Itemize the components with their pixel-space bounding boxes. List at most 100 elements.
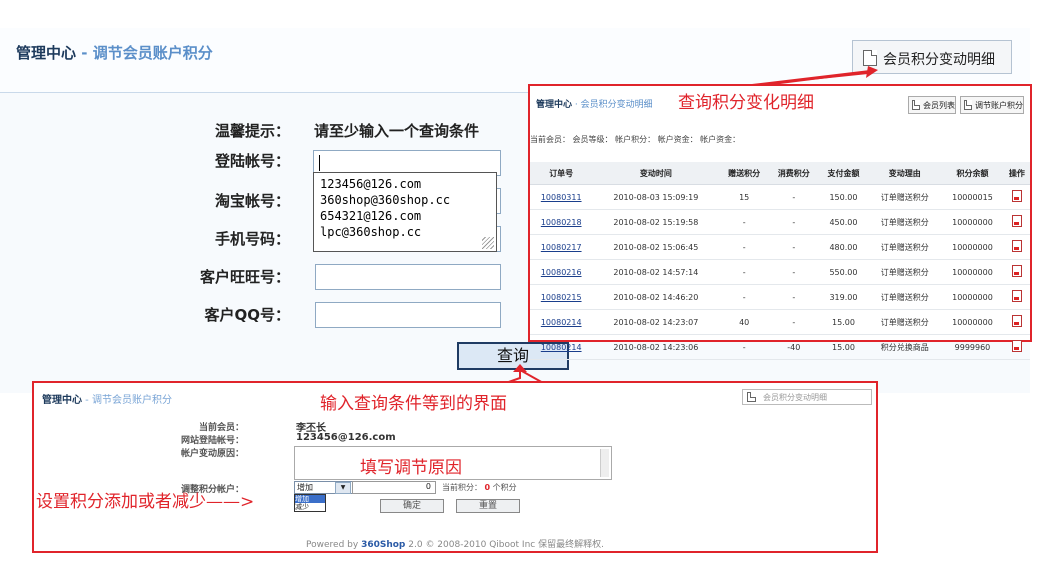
- table-row: 10080214 2010-08-02 14:23:06- -40 15.00 积分兑换…: [530, 334, 1030, 360]
- order-link[interactable]: 10080311: [530, 184, 593, 210]
- login-account-value: 123456@126.com: [296, 432, 396, 443]
- table-cell: -: [719, 234, 769, 260]
- table-cell: -: [719, 209, 769, 235]
- points-amount-input[interactable]: 0: [352, 481, 436, 494]
- points-detail-table: 订单号 变动时间 赠送积分 消费积分 支付金额 变动理由 积分余额 操作 100…: [530, 162, 1030, 360]
- table-row: 10080218 2010-08-02 15:19:58- -450.00 订单赠送积…: [530, 209, 1030, 235]
- result-panel-title: 管理中心 - 调节会员账户积分: [42, 391, 172, 406]
- current-member-label: 当前会员：: [198, 423, 244, 433]
- table-cell: 订单赠送积分: [868, 209, 942, 235]
- table-cell: -: [769, 209, 819, 235]
- option-decrease[interactable]: 减少: [295, 503, 325, 511]
- table-row: 10080311 2010-08-03 15:09:19 15-150.00 订单赠送…: [530, 184, 1030, 210]
- document-icon: [964, 100, 972, 110]
- table-cell: 15.00: [818, 334, 869, 360]
- table-cell: -: [719, 284, 769, 310]
- table-cell: -40: [769, 334, 819, 360]
- order-link[interactable]: 10080218: [530, 209, 593, 235]
- points-detail-panel: 管理中心 · 会员积分变动明细 查询积分变化明细 会员列表 调节账户积分 当前会…: [528, 84, 1032, 360]
- row-action[interactable]: [1003, 184, 1030, 210]
- result-detail-button[interactable]: 会员积分变动明细: [742, 389, 872, 405]
- table-cell: 450.00: [818, 209, 869, 235]
- table-cell: 2010-08-02 14:46:20: [592, 284, 720, 310]
- table-row: 10080216 2010-08-02 14:57:14- -550.00 订单赠送积…: [530, 259, 1030, 285]
- adjust-points-button[interactable]: 调节账户积分: [960, 96, 1024, 114]
- reason-label: 帐户变动原因：: [180, 449, 244, 459]
- footer: Powered by 360Shop 2.0 © 2008-2010 Qiboo…: [34, 537, 876, 550]
- table-cell: 订单赠送积分: [868, 259, 942, 285]
- table-cell: 10000000: [941, 309, 1004, 335]
- side-annotation: 设置积分添加或者减少——>: [36, 492, 255, 512]
- member-list-label: 会员列表: [923, 101, 955, 110]
- chevron-down-icon[interactable]: ▼: [335, 482, 351, 494]
- document-icon: [912, 100, 920, 110]
- row-action[interactable]: [1003, 284, 1030, 310]
- col-reason: 变动理由: [868, 162, 942, 185]
- table-cell: 40: [719, 309, 769, 335]
- table-cell: 319.00: [818, 284, 869, 310]
- order-link[interactable]: 10080215: [530, 284, 593, 310]
- col-order-no: 订单号: [530, 162, 593, 185]
- table-cell: 10000000: [941, 284, 1004, 310]
- row-action[interactable]: [1003, 334, 1030, 360]
- table-cell: 10000015: [941, 184, 1004, 210]
- table-cell: 2010-08-02 15:06:45: [592, 234, 720, 260]
- view-document-icon[interactable]: [1011, 240, 1022, 252]
- view-document-icon[interactable]: [1011, 265, 1022, 277]
- table-row: 10080217 2010-08-02 15:06:45- -480.00 订单赠送积…: [530, 234, 1030, 260]
- table-cell: -: [769, 309, 819, 335]
- view-document-icon[interactable]: [1011, 215, 1022, 227]
- table-cell: 150.00: [818, 184, 869, 210]
- table-cell: 10000000: [941, 209, 1004, 235]
- table-cell: -: [769, 284, 819, 310]
- current-points-info: 当前积分： 0 个积分: [442, 482, 517, 493]
- detail-panel-title: 管理中心 · 会员积分变动明细: [536, 97, 653, 110]
- view-document-icon[interactable]: [1011, 315, 1022, 327]
- view-document-icon[interactable]: [1011, 190, 1022, 202]
- table-cell: 2010-08-02 14:57:14: [592, 259, 720, 285]
- table-cell: -: [719, 334, 769, 360]
- view-document-icon[interactable]: [1011, 340, 1022, 352]
- table-cell: 9999960: [941, 334, 1004, 360]
- option-increase[interactable]: 增加: [295, 495, 325, 503]
- table-cell: 2010-08-02 15:19:58: [592, 209, 720, 235]
- row-action[interactable]: [1003, 234, 1030, 260]
- table-cell: 15: [719, 184, 769, 210]
- col-payment: 支付金额: [818, 162, 869, 185]
- footer-brand[interactable]: 360Shop: [361, 540, 405, 550]
- current-points-value: 0: [484, 483, 491, 492]
- textarea-scrollbar[interactable]: [600, 449, 609, 477]
- result-title-sub: - 调节会员账户积分: [82, 395, 172, 406]
- detail-annotation: 查询积分变化明细: [678, 93, 814, 113]
- row-action[interactable]: [1003, 209, 1030, 235]
- login-account-label: 网站登陆帐号：: [180, 436, 244, 446]
- result-title-main: 管理中心: [42, 395, 82, 406]
- adjust-type-select[interactable]: 增加 ▼: [294, 481, 354, 494]
- confirm-button[interactable]: 确定: [380, 499, 444, 513]
- adjust-points-panel: 管理中心 - 调节会员账户积分 输入查询条件等到的界面 会员积分变动明细 当前会…: [32, 381, 878, 553]
- footer-suffix: 2.0 © 2008-2010 Qiboot Inc 保留最终解释权.: [408, 540, 604, 550]
- table-cell: 2010-08-03 15:09:19: [592, 184, 720, 210]
- row-action[interactable]: [1003, 309, 1030, 335]
- reset-button[interactable]: 重置: [456, 499, 520, 513]
- adjust-type-value: 增加: [297, 483, 313, 492]
- order-link[interactable]: 10080214: [530, 309, 593, 335]
- adjust-type-options[interactable]: 增加 减少: [294, 494, 326, 512]
- order-link[interactable]: 10080216: [530, 259, 593, 285]
- row-action[interactable]: [1003, 259, 1030, 285]
- order-link[interactable]: 10080214: [530, 334, 593, 360]
- order-link[interactable]: 10080217: [530, 234, 593, 260]
- detail-title-sub: · 会员积分变动明细: [572, 100, 653, 110]
- table-cell: 积分兑换商品: [868, 334, 942, 360]
- table-cell: 2010-08-02 14:23:07: [592, 309, 720, 335]
- table-cell: 订单赠送积分: [868, 234, 942, 260]
- member-list-button[interactable]: 会员列表: [908, 96, 956, 114]
- table-cell: 10000000: [941, 234, 1004, 260]
- view-document-icon[interactable]: [1011, 290, 1022, 302]
- table-header-row: 订单号 变动时间 赠送积分 消费积分 支付金额 变动理由 积分余额 操作: [530, 162, 1030, 185]
- col-change-time: 变动时间: [592, 162, 720, 185]
- member-info-line: 当前会员： 会员等级： 帐户积分： 帐户资金： 帐户资金：: [530, 135, 741, 144]
- table-cell: -: [769, 184, 819, 210]
- current-points-unit: 个积分: [492, 483, 517, 492]
- table-cell: 480.00: [818, 234, 869, 260]
